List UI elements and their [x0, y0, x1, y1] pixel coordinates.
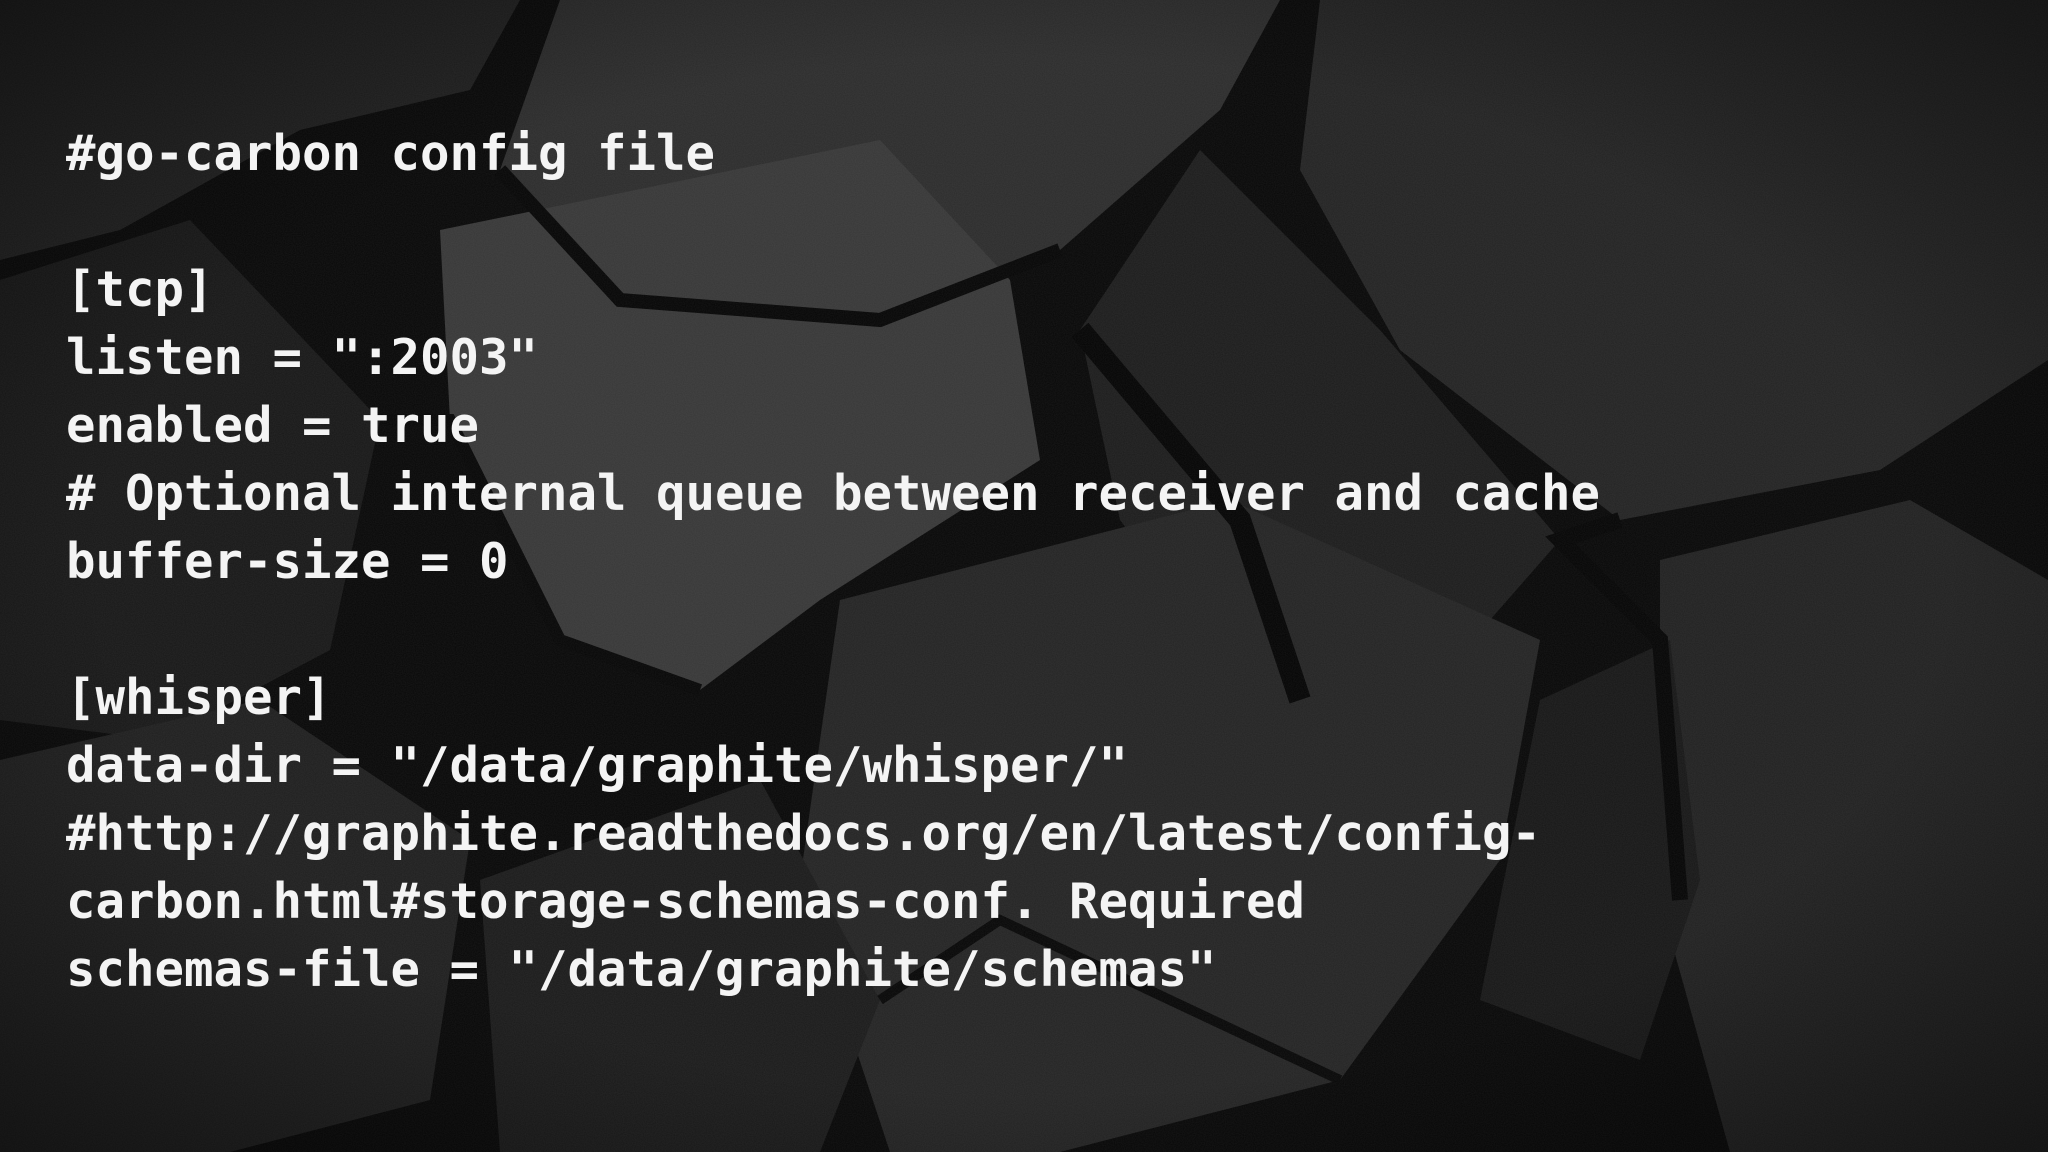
code-line-comment-url-cont: carbon.html#storage-schemas-conf. Requir… [66, 873, 1306, 930]
code-line-data-dir: data-dir = "/data/graphite/whisper/" [66, 737, 1129, 794]
config-code-block: #go-carbon config file [tcp] listen = ":20… [66, 120, 1600, 1004]
code-line-section-whisper: [whisper] [66, 669, 332, 726]
code-line-section-tcp: [tcp] [66, 261, 214, 318]
code-line-schemas-file: schemas-file = "/data/graphite/schemas" [66, 941, 1217, 998]
code-line-comment-title: #go-carbon config file [66, 125, 716, 182]
code-line-buffer-size: buffer-size = 0 [66, 533, 509, 590]
code-line-listen: listen = ":2003" [66, 329, 539, 386]
code-line-enabled: enabled = true [66, 397, 480, 454]
code-line-comment-url: #http://graphite.readthedocs.org/en/late… [66, 805, 1542, 862]
code-line-comment-queue: # Optional internal queue between receiv… [66, 465, 1601, 522]
slide: #go-carbon config file [tcp] listen = ":20… [0, 0, 2048, 1152]
